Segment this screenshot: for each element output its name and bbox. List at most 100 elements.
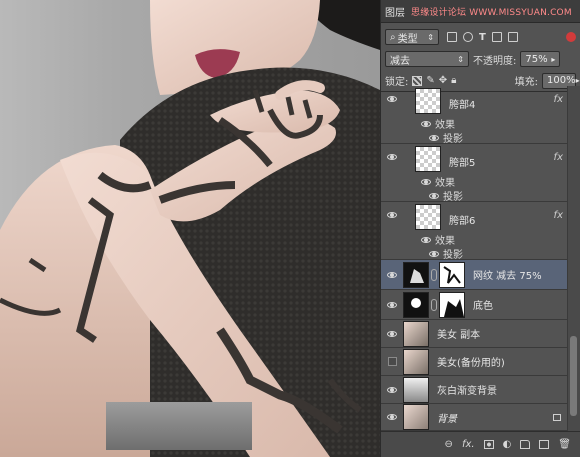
layer-thumbnail	[415, 88, 441, 114]
eye-icon[interactable]	[429, 134, 439, 141]
effect-row[interactable]: 投影	[429, 246, 463, 261]
eye-icon[interactable]	[429, 250, 439, 257]
eye-icon[interactable]	[381, 271, 403, 278]
filter-row: ⌕ 类型 ⇕ T	[381, 26, 580, 48]
layer-thumbnail	[403, 348, 429, 375]
visibility-toggle[interactable]	[381, 357, 403, 366]
mask-icon[interactable]	[483, 440, 494, 449]
opacity-field[interactable]: 75% ▸	[520, 51, 561, 67]
adjustment-layer-icon[interactable]: ◐	[503, 439, 512, 450]
filter-kind-label: 类型	[397, 33, 418, 45]
eye-icon[interactable]	[429, 192, 439, 199]
layer-name: 胯部5	[449, 158, 476, 169]
layer-kuabu5[interactable]: 胯部5 fx 效果 投影	[381, 144, 569, 203]
effects-label: 效果	[435, 178, 455, 189]
layer-mask-thumbnail[interactable]	[439, 291, 465, 318]
document-canvas[interactable]	[0, 0, 380, 457]
blend-mode-select[interactable]: 减去 ⇕	[385, 51, 469, 67]
fx-icon[interactable]: fx.	[462, 439, 475, 450]
effects-label: 效果	[435, 120, 455, 131]
layer-background[interactable]: 背景	[381, 404, 569, 431]
layer-thumbnail	[403, 404, 429, 430]
effects-row[interactable]: 效果	[421, 174, 455, 189]
layer-thumbnail	[415, 146, 441, 172]
layer-name: 胯部4	[449, 100, 476, 111]
hidden-eye-icon[interactable]	[387, 357, 397, 366]
move-icon[interactable]: ✥	[439, 75, 447, 86]
layer-base-color[interactable]: 底色	[381, 290, 569, 320]
layer-mask-thumbnail[interactable]	[439, 261, 465, 288]
link-icon[interactable]	[431, 298, 437, 311]
effects-row[interactable]: 效果	[421, 232, 455, 247]
effects-label: 效果	[435, 236, 455, 247]
pixel-filter-icon[interactable]	[447, 32, 457, 42]
layer-thumbnail	[403, 376, 429, 403]
filter-toggle[interactable]	[566, 32, 576, 42]
chevron-right-icon: ▸	[575, 76, 580, 85]
layer-thumbnail	[403, 291, 429, 318]
trash-icon[interactable]: 🗑︎	[558, 439, 571, 450]
chevron-right-icon: ▸	[551, 54, 556, 64]
adjustment-filter-icon[interactable]	[463, 32, 473, 42]
new-layer-icon[interactable]	[539, 440, 550, 449]
panel-header: 图层 思缘设计论坛 WWW.MISSYUAN.COM	[381, 0, 580, 23]
layer-name: 背景	[437, 413, 457, 425]
smart-object-filter-icon[interactable]	[507, 32, 518, 42]
lock-transparency-icon[interactable]	[412, 75, 423, 86]
eye-icon[interactable]	[381, 330, 403, 337]
eye-icon[interactable]	[381, 154, 403, 160]
layer-name: 美女 副本	[437, 330, 481, 341]
lock-icon[interactable]: 🔒︎	[451, 75, 456, 86]
brush-icon[interactable]: ✎	[426, 75, 434, 86]
effect-row[interactable]: 投影	[429, 130, 463, 145]
layer-beauty-backup[interactable]: 美女(备份用的)	[381, 348, 569, 376]
eye-icon[interactable]	[421, 178, 431, 185]
folder-icon[interactable]	[520, 440, 531, 449]
opacity-value: 75%	[525, 53, 548, 65]
filter-kind-select[interactable]: ⌕ 类型 ⇕	[385, 29, 439, 45]
link-layers-icon[interactable]: ⊖	[445, 439, 453, 450]
chevron-down-icon: ⇕	[427, 32, 434, 42]
layer-mesh[interactable]: 网纹 减去 75%	[381, 260, 569, 290]
link-icon[interactable]	[431, 268, 437, 281]
gray-gradient-swatch	[106, 402, 252, 450]
eye-icon[interactable]	[421, 120, 431, 127]
chevron-down-icon: ⇕	[457, 54, 464, 64]
watermark-text: 思缘设计论坛 WWW.MISSYUAN.COM	[411, 7, 572, 18]
scrollbar-thumb[interactable]	[570, 336, 577, 416]
eye-icon[interactable]	[421, 236, 431, 243]
fx-icon[interactable]: fx	[554, 210, 563, 221]
eye-icon[interactable]	[381, 212, 403, 218]
layer-gray-gradient-bg[interactable]: 灰白渐变背景	[381, 376, 569, 404]
eye-icon[interactable]	[381, 96, 403, 102]
layer-thumbnail	[403, 261, 429, 288]
layer-name: 网纹 减去 75%	[473, 271, 542, 282]
layer-kuabu4[interactable]: 胯部4 fx 效果 投影	[381, 86, 569, 145]
fx-icon[interactable]: fx	[554, 94, 563, 105]
effect-name: 投影	[443, 250, 463, 261]
layer-name: 底色	[473, 301, 493, 312]
layer-beauty-copy[interactable]: 美女 副本	[381, 320, 569, 348]
layer-name: 美女(备份用的)	[437, 358, 505, 369]
layers-panel: 图层 思缘设计论坛 WWW.MISSYUAN.COM ⌕ 类型 ⇕ T 减去 ⇕…	[380, 0, 580, 457]
layer-thumbnail	[415, 204, 441, 230]
blend-mode-label: 减去	[390, 55, 410, 67]
layers-scrollbar[interactable]	[567, 86, 580, 431]
layer-kuabu6[interactable]: 胯部6 fx 效果 投影	[381, 202, 569, 261]
eye-icon[interactable]	[381, 414, 403, 420]
tab-layers[interactable]: 图层	[385, 4, 405, 19]
blend-row: 减去 ⇕ 不透明度: 75% ▸	[381, 48, 580, 70]
shape-filter-icon[interactable]	[491, 32, 502, 42]
eye-icon[interactable]	[381, 301, 403, 308]
eye-icon[interactable]	[381, 386, 403, 393]
layer-name: 胯部6	[449, 216, 476, 227]
photo-illustration	[0, 0, 380, 457]
type-filter-icon[interactable]: T	[479, 32, 486, 43]
effect-name: 投影	[443, 192, 463, 203]
fill-value: 100%	[547, 75, 576, 86]
layer-name: 灰白渐变背景	[437, 386, 497, 397]
effect-row[interactable]: 投影	[429, 188, 463, 203]
fx-icon[interactable]: fx	[554, 152, 563, 163]
effects-row[interactable]: 效果	[421, 116, 455, 131]
layer-thumbnail	[403, 320, 429, 347]
